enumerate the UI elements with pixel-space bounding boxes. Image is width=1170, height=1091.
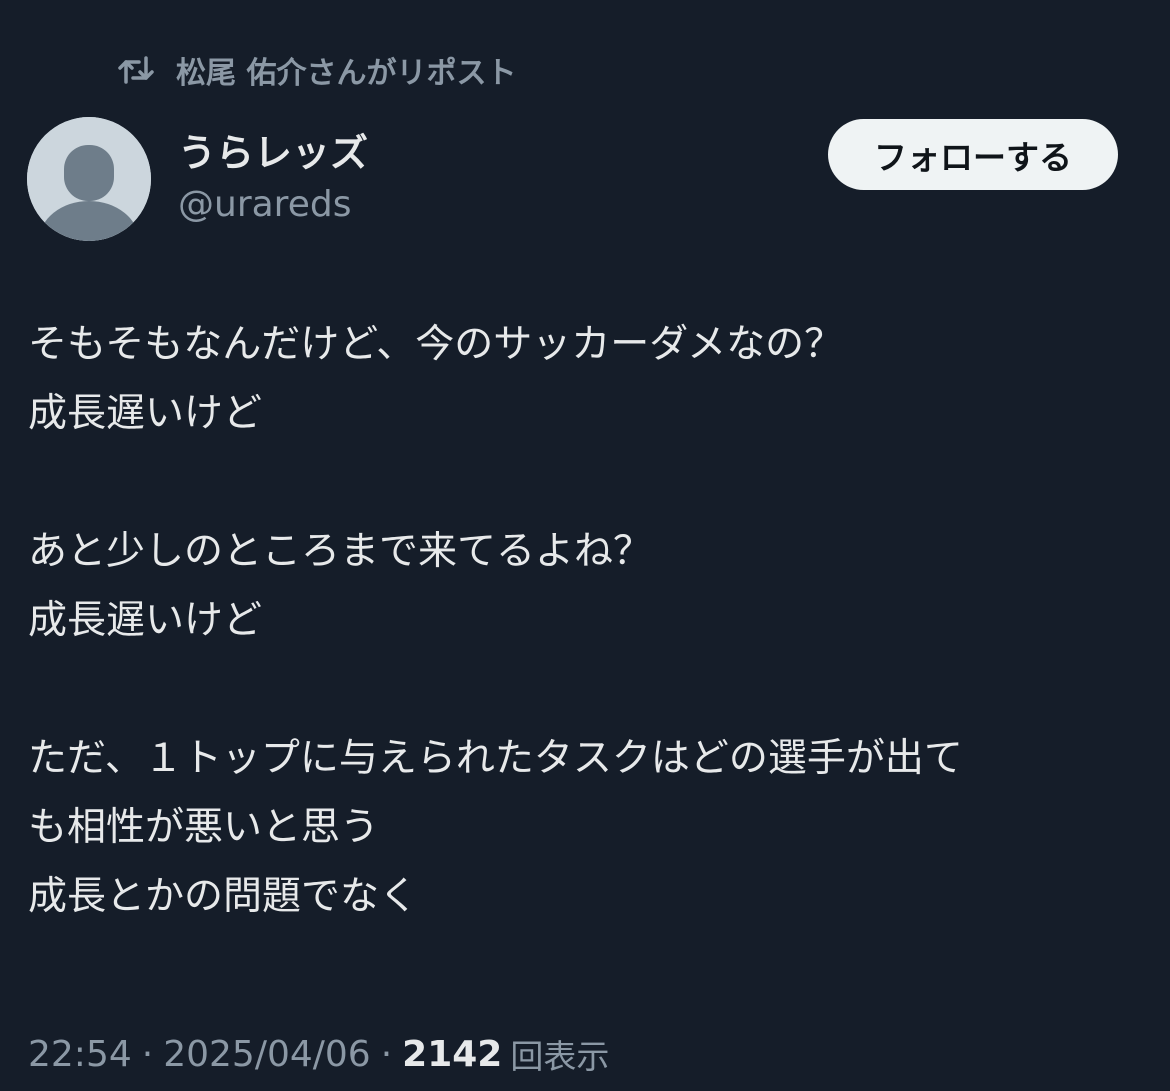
views-count[interactable]: 2142 xyxy=(402,1034,502,1075)
tweet-line: 成長遅いけど xyxy=(28,598,263,643)
default-avatar-icon xyxy=(27,117,151,241)
tweet-meta: 22:54 · 2025/04/06 · 2142 回表示 xyxy=(28,1028,609,1080)
handle[interactable]: @urareds xyxy=(178,180,351,230)
tweet-line: そもそもなんだけど、今のサッカーダメなの？ xyxy=(28,322,844,367)
tweet-line: 成長とかの問題でなく xyxy=(28,874,419,919)
follow-button[interactable]: フォローする xyxy=(828,119,1118,190)
tweet-paragraph: そもそもなんだけど、今のサッカーダメなの？ 成長遅いけど xyxy=(28,310,1138,448)
tweet-line: ただ、１トップに与えられたタスクはどの選手が出て xyxy=(28,736,963,781)
display-name[interactable]: うらレッズ xyxy=(178,128,368,178)
repost-indicator[interactable]: 松尾 佑介さんがリポスト xyxy=(116,48,516,92)
tweet-time[interactable]: 22:54 xyxy=(28,1034,132,1075)
tweet-date[interactable]: 2025/04/06 xyxy=(163,1034,371,1075)
tweet-paragraph: あと少しのところまで来てるよね？ 成長遅いけど xyxy=(28,517,1138,655)
tweet-paragraph: ただ、１トップに与えられたタスクはどの選手が出て も相性が悪いと思う 成長とかの… xyxy=(28,724,1138,931)
meta-separator: · xyxy=(141,1033,154,1075)
repost-text: 松尾 佑介さんがリポスト xyxy=(176,56,517,91)
avatar[interactable] xyxy=(27,117,151,241)
views-label[interactable]: 回表示 xyxy=(510,1030,609,1078)
tweet-text: そもそもなんだけど、今のサッカーダメなの？ 成長遅いけど あと少しのところまで来… xyxy=(28,310,1138,931)
meta-separator: · xyxy=(380,1033,393,1075)
repost-icon xyxy=(116,50,156,90)
tweet-line: も相性が悪いと思う xyxy=(28,805,380,850)
tweet-line: あと少しのところまで来てるよね？ xyxy=(28,529,653,574)
tweet-line: 成長遅いけど xyxy=(28,391,263,436)
